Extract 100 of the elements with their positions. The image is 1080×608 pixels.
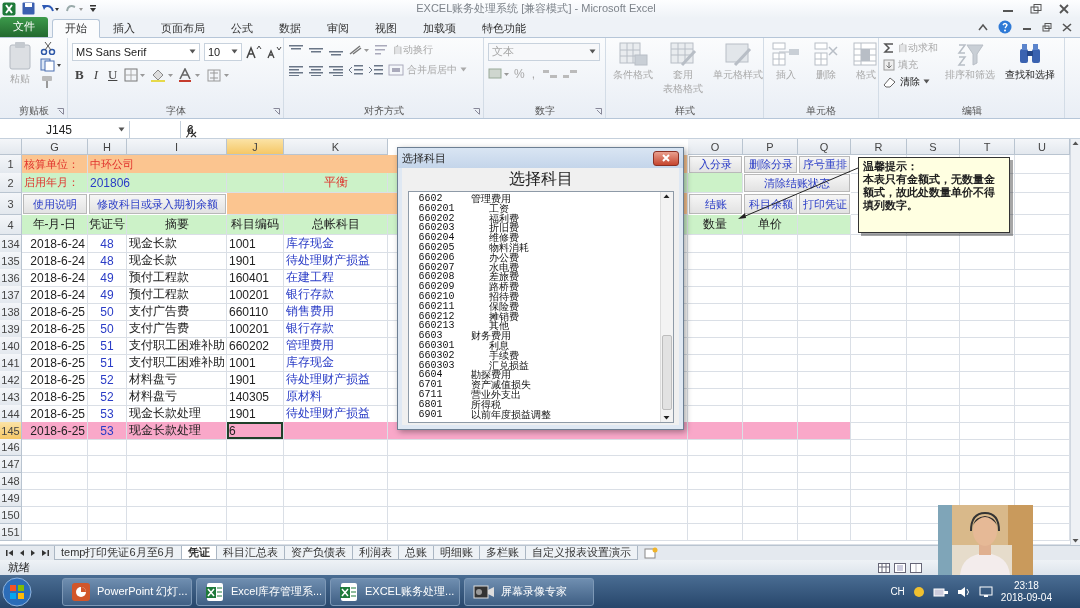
account-list-item[interactable]: 660204 维修费 <box>418 233 660 244</box>
normal-view-icon[interactable] <box>878 562 890 573</box>
account-list-item[interactable]: 660302 手续费 <box>418 350 660 361</box>
network-icon[interactable] <box>932 585 949 598</box>
last-sheet-icon[interactable] <box>41 549 49 558</box>
font-color-icon[interactable] <box>178 67 203 82</box>
formula-input[interactable]: 6 <box>180 121 1080 139</box>
dropdown-caret-icon[interactable] <box>231 49 238 55</box>
monitor-icon[interactable] <box>978 585 993 598</box>
account-list-item[interactable]: 660211 保险费 <box>418 301 660 312</box>
ribbon-tab[interactable]: 数据 <box>266 18 314 38</box>
sheet-tab[interactable]: 总账 <box>397 546 434 561</box>
scroll-up-icon[interactable] <box>662 192 671 201</box>
shrink-font-icon[interactable] <box>266 44 282 59</box>
sheet-tab[interactable]: temp打印凭证6月至6月 <box>54 546 182 561</box>
account-list-item[interactable]: 6711 营业外支出 <box>418 389 660 400</box>
taskbar-button[interactable]: 屏幕录像专家 <box>464 577 594 606</box>
row-number[interactable]: 137 <box>0 286 22 305</box>
fill-color-icon[interactable] <box>150 67 175 82</box>
customize-toolbar-icon[interactable] <box>89 3 97 14</box>
column-header[interactable]: G <box>22 139 88 156</box>
sheet-button[interactable]: 结账 <box>689 194 742 215</box>
sheet-tab[interactable]: 凭证 <box>180 546 217 561</box>
volume-icon[interactable] <box>956 585 971 598</box>
sheet-tab[interactable]: 资产负债表 <box>283 546 353 561</box>
column-header[interactable]: K <box>284 139 388 156</box>
first-sheet-icon[interactable] <box>6 549 14 558</box>
language-indicator[interactable]: CH <box>890 586 905 598</box>
sheet-button[interactable]: 入分录 <box>689 156 742 174</box>
account-list-item[interactable]: 660209 路桥费 <box>418 282 660 293</box>
account-list-item[interactable]: 660303 汇兑损益 <box>418 360 660 371</box>
copy-icon[interactable] <box>40 57 62 72</box>
row-number[interactable]: 143 <box>0 388 22 407</box>
account-list-item[interactable]: 6901 以前年度损益调整 <box>418 409 660 420</box>
dropdown-caret-icon[interactable] <box>923 79 930 85</box>
format-button[interactable]: B <box>72 66 87 83</box>
sheet-tab[interactable]: 自定义报表设置演示 <box>524 546 638 561</box>
account-list-item[interactable]: 660301 利息 <box>418 340 660 351</box>
input-method-icon[interactable] <box>912 585 925 598</box>
ribbon-tab[interactable]: 特色功能 <box>469 18 539 38</box>
column-header[interactable]: J <box>227 139 284 156</box>
excel-logo-icon[interactable] <box>2 1 16 16</box>
row-number[interactable]: 4 <box>0 215 22 236</box>
row-number[interactable]: 140 <box>0 337 22 356</box>
find-select-button[interactable]: 查找和选择 <box>1002 40 1058 81</box>
account-list-item[interactable]: 660212 摊销费 <box>418 311 660 322</box>
dialog-launcher-icon[interactable] <box>473 108 480 116</box>
format-button[interactable]: I <box>90 66 101 83</box>
dropdown-caret-icon[interactable] <box>589 49 596 55</box>
clear-button[interactable]: 清除 <box>883 74 938 89</box>
name-box[interactable]: J145 <box>0 121 130 139</box>
row-number[interactable]: 145 <box>0 422 22 441</box>
sheet-button[interactable]: 使用说明 <box>23 194 87 215</box>
row-number[interactable]: 147 <box>0 456 22 474</box>
page-break-view-icon[interactable] <box>910 562 922 573</box>
align-center-icon[interactable] <box>308 63 324 76</box>
row-number[interactable]: 138 <box>0 303 22 322</box>
account-list-item[interactable]: 6603 财务费用 <box>418 331 660 342</box>
save-icon[interactable] <box>22 2 35 16</box>
taskbar-button[interactable]: Excel库存管理系... <box>196 577 326 606</box>
next-sheet-icon[interactable] <box>30 549 36 558</box>
row-number[interactable]: 142 <box>0 371 22 390</box>
column-header[interactable]: T <box>960 139 1015 156</box>
account-list-item[interactable]: 6602 管理费用 <box>418 194 660 204</box>
decrease-indent-icon[interactable] <box>348 63 364 76</box>
close-button[interactable] <box>653 150 679 166</box>
previous-sheet-icon[interactable] <box>19 549 25 558</box>
close-icon[interactable] <box>1058 3 1070 14</box>
account-list-item[interactable]: 660210 招待费 <box>418 291 660 302</box>
sheet-button[interactable]: 序号重排 <box>799 156 850 174</box>
font-name-field[interactable]: MS Sans Serif <box>72 42 200 61</box>
ribbon-tab[interactable]: 公式 <box>218 18 266 38</box>
cut-icon[interactable] <box>40 40 56 55</box>
borders-icon[interactable] <box>124 67 147 82</box>
dialog-launcher-icon[interactable] <box>595 108 602 116</box>
sheet-tab[interactable]: 科目汇总表 <box>215 546 285 561</box>
row-number[interactable]: 146 <box>0 439 22 457</box>
row-number[interactable]: 141 <box>0 354 22 373</box>
clock-date[interactable]: 2018-09-04 <box>1000 591 1052 604</box>
page-layout-view-icon[interactable] <box>894 562 906 573</box>
help-icon[interactable] <box>998 20 1012 35</box>
account-list-item[interactable]: 6801 所得税 <box>418 399 660 410</box>
grow-font-icon[interactable] <box>246 44 262 59</box>
sheet-tab[interactable]: 多栏账 <box>478 546 526 561</box>
row-number[interactable]: 144 <box>0 405 22 424</box>
ribbon-tab[interactable]: 视图 <box>362 18 410 38</box>
account-list-item[interactable]: 6701 资产减值损失 <box>418 380 660 391</box>
ribbon-tab[interactable]: 开始 <box>52 18 100 38</box>
font-size-field[interactable]: 10 <box>204 42 242 61</box>
scrollbar-thumb[interactable] <box>661 334 672 410</box>
increase-indent-icon[interactable] <box>368 63 384 76</box>
account-list-item[interactable]: 660213 其他 <box>418 321 660 332</box>
sheet-tab[interactable]: 利润表 <box>351 546 399 561</box>
column-header[interactable]: U <box>1015 139 1070 156</box>
column-header[interactable]: O <box>688 139 743 156</box>
account-list-item[interactable]: 660205 物料消耗 <box>418 243 660 253</box>
account-listbox[interactable] <box>407 191 674 423</box>
row-number[interactable]: 151 <box>0 524 22 542</box>
text-orientation-icon[interactable] <box>348 43 370 56</box>
row-number[interactable]: 136 <box>0 269 22 288</box>
